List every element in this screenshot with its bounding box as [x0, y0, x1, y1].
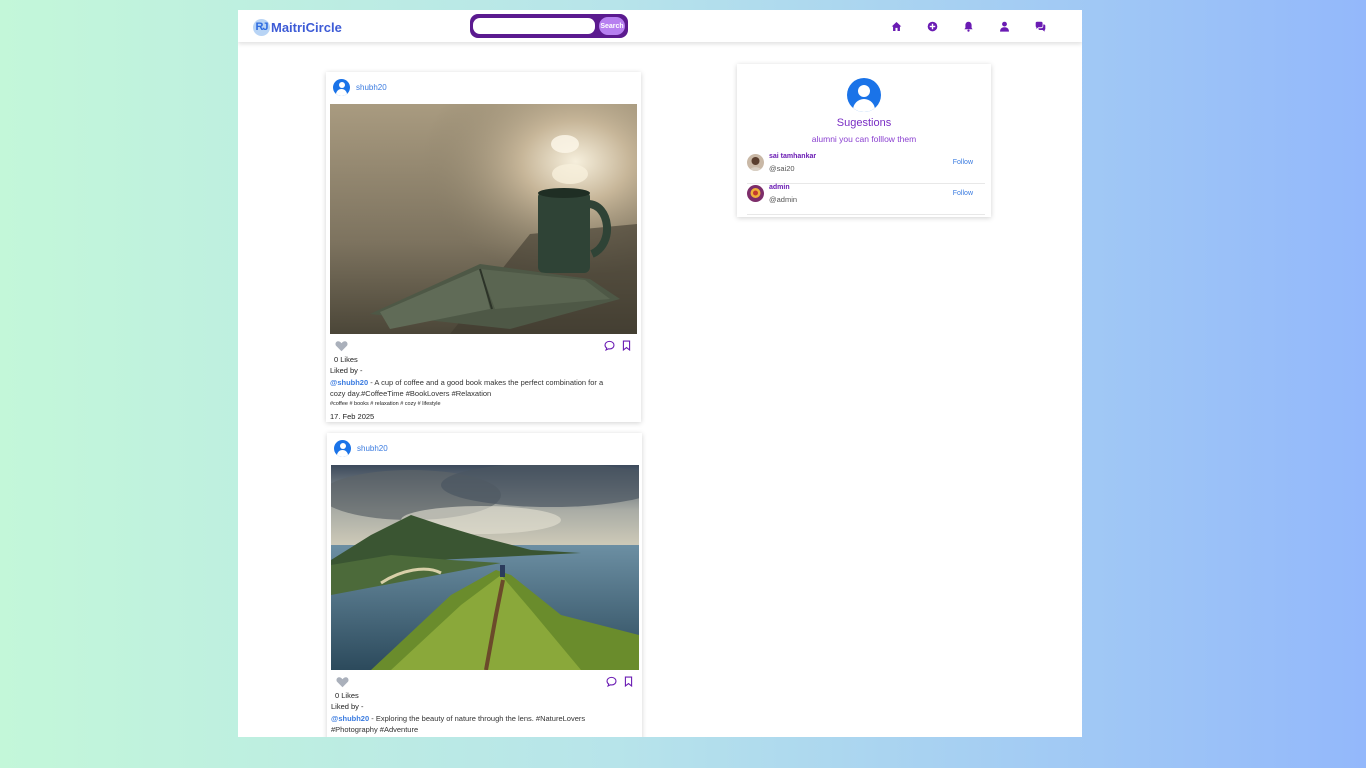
heart-icon: [336, 677, 349, 688]
logo-text: MaitriCircle: [271, 19, 342, 35]
suggestions-subtitle: alumni you can folllow them: [811, 134, 917, 144]
caption-text: - Exploring the beauty of nature through…: [331, 714, 586, 734]
profile-avatar[interactable]: [847, 78, 881, 112]
follow-button[interactable]: Follow: [953, 159, 973, 166]
user-avatar[interactable]: [747, 185, 764, 202]
user-icon[interactable]: [996, 18, 1012, 34]
post-username[interactable]: shubh20: [356, 83, 387, 92]
heart-icon: [335, 341, 348, 352]
bell-icon[interactable]: [960, 18, 976, 34]
liked-by: Liked by -: [331, 702, 364, 711]
nav-icons: [888, 18, 1068, 34]
suggestion-handle: @admin: [769, 195, 798, 204]
post-image[interactable]: [330, 104, 637, 334]
caption-text: - A cup of coffee and a good book makes …: [330, 378, 604, 398]
caption-handle[interactable]: @shubh20: [330, 378, 368, 387]
suggestion-row: sai tamhankar @sai20 Follow: [747, 153, 985, 184]
follow-button[interactable]: Follow: [953, 190, 973, 197]
home-icon[interactable]: [888, 18, 904, 34]
comment-icon[interactable]: [600, 674, 617, 692]
suggestion-name[interactable]: sai tamhankar: [769, 153, 816, 160]
add-circle-icon[interactable]: [924, 18, 940, 34]
search-bar: Search: [470, 14, 628, 38]
caption-handle[interactable]: @shubh20: [331, 714, 369, 723]
liked-by: Liked by -: [330, 366, 363, 375]
post-card: shubh20: [327, 433, 642, 737]
user-avatar[interactable]: [333, 79, 350, 96]
post-card: shubh20: [326, 72, 641, 422]
post-header: shubh20: [334, 440, 388, 457]
bookmark-icon[interactable]: [617, 674, 634, 692]
post-date: 17. Feb 2025: [330, 412, 375, 421]
post-actions: [600, 674, 634, 692]
likes-count: 0 Likes: [334, 355, 358, 364]
suggestion-name[interactable]: admin: [769, 184, 790, 191]
post-username[interactable]: shubh20: [357, 444, 388, 453]
suggestion-row: admin @admin Follow: [747, 184, 985, 215]
post-tags: #coffee # books # relaxation # cozy # li…: [330, 401, 441, 407]
likes-count: 0 Likes: [335, 691, 359, 700]
suggestions-panel: Sugestions alumni you can folllow them s…: [737, 64, 991, 217]
logo-mark: RJ: [253, 18, 270, 36]
user-avatar[interactable]: [747, 154, 764, 171]
comment-icon[interactable]: [598, 338, 615, 356]
post-actions: [598, 338, 632, 356]
app-window: RJ MaitriCircle Search shubh20 0 Likes L…: [238, 10, 1082, 737]
post-caption: @shubh20 - Exploring the beauty of natur…: [331, 713, 626, 735]
suggestion-handle: @sai20: [769, 164, 795, 173]
post-image[interactable]: [331, 465, 639, 670]
bookmark-icon[interactable]: [615, 338, 632, 356]
suggestions-title: Sugestions: [836, 117, 892, 129]
search-input[interactable]: [473, 18, 595, 34]
logo[interactable]: RJ MaitriCircle: [253, 17, 342, 37]
post-header: shubh20: [333, 79, 387, 96]
top-navbar: RJ MaitriCircle Search: [238, 10, 1082, 42]
chat-icon[interactable]: [1032, 18, 1048, 34]
post-caption: @shubh20 - A cup of coffee and a good bo…: [330, 377, 620, 399]
user-avatar[interactable]: [334, 440, 351, 457]
search-button[interactable]: Search: [599, 17, 625, 35]
